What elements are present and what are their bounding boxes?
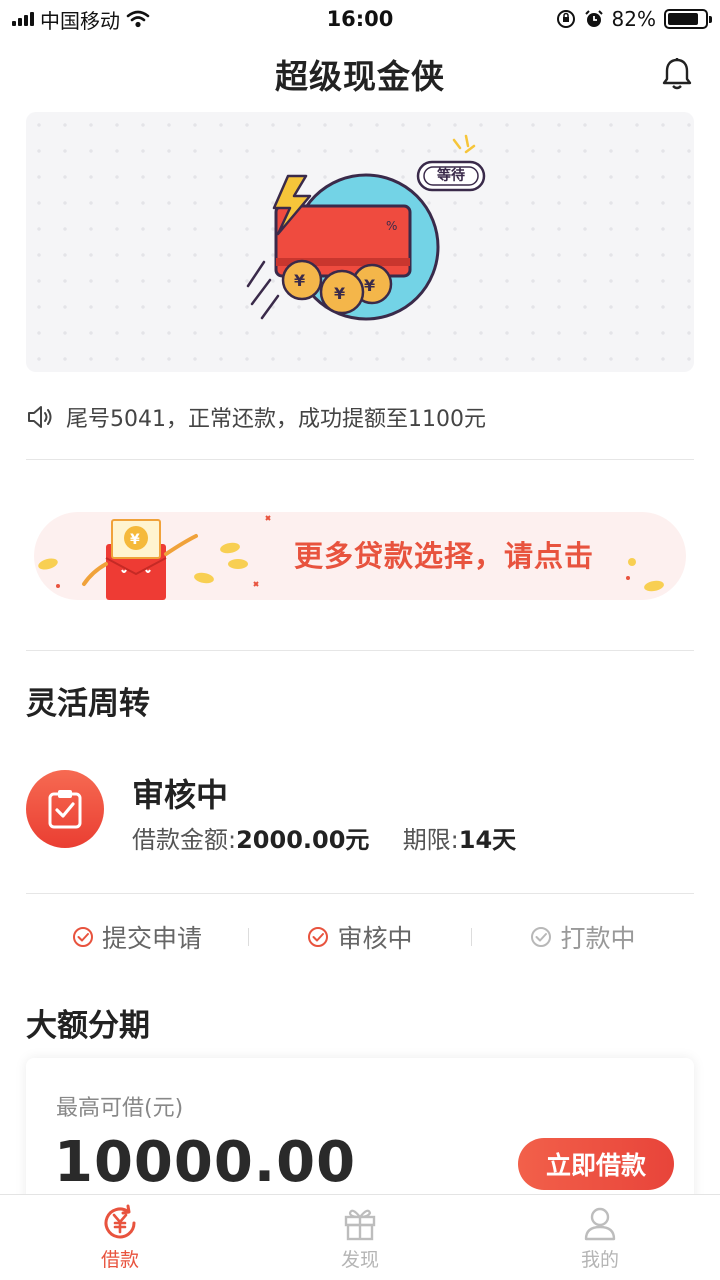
max-amount-value: 10000.00: [54, 1130, 357, 1195]
divider: [26, 650, 694, 651]
divider: [26, 893, 694, 894]
hero-banner[interactable]: % ¥ ¥ ¥ 等待: [26, 112, 694, 372]
tab-loan[interactable]: 借款: [0, 1195, 240, 1280]
application-status-icon: [26, 770, 104, 848]
check-circle-icon: [72, 927, 93, 947]
gift-icon: [344, 1209, 376, 1241]
amount-label: 借款金额:: [132, 826, 237, 854]
status-badge: 等待: [437, 168, 465, 184]
signal-icon: [12, 12, 34, 26]
divider: [26, 459, 694, 460]
application-status-title: 审核中: [132, 776, 229, 814]
step-label: 打款中: [560, 924, 636, 953]
step-label: 提交申请: [101, 924, 202, 953]
bottom-tab-bar: 借款 发现 我的: [0, 1194, 720, 1280]
svg-text:¥: ¥: [294, 271, 305, 290]
page-title: 超级现金侠: [275, 57, 445, 96]
max-amount-label: 最高可借(元): [56, 1096, 184, 1121]
clipboard-check-icon: [48, 790, 82, 829]
tab-mine[interactable]: 我的: [480, 1195, 720, 1280]
speaker-icon: [28, 406, 52, 428]
section-title-installment: 大额分期: [26, 1008, 150, 1044]
promo-text: 更多贷款选择，请点击: [294, 539, 595, 573]
amount-value: 2000.00元: [236, 826, 370, 854]
check-circle-icon: [531, 927, 552, 947]
term-label: 期限:: [402, 826, 459, 854]
nav-header: 超级现金侠: [0, 40, 720, 108]
battery-icon: [664, 9, 712, 29]
svg-text:¥: ¥: [364, 276, 375, 295]
more-loans-banner[interactable]: ¥ 更多贷款选择，请点击: [34, 512, 686, 600]
step-submit: 提交申请: [26, 919, 248, 955]
carrier-name: 中国移动: [40, 8, 120, 33]
status-bar: 中国移动 16:00 82%: [0, 0, 720, 38]
banner-illustration: % ¥ ¥ ¥: [246, 134, 486, 321]
section-title-flexible: 灵活周转: [26, 686, 150, 722]
step-review: 审核中: [249, 919, 471, 955]
tab-label: 借款: [100, 1249, 139, 1271]
battery-percent: 82%: [611, 7, 656, 31]
tab-label: 发现: [340, 1249, 379, 1271]
tab-label: 我的: [580, 1249, 619, 1271]
step-payout: 打款中: [472, 919, 694, 955]
battery-fill: [668, 13, 698, 25]
check-circle-icon: [308, 927, 329, 947]
bell-icon[interactable]: [660, 56, 694, 92]
carrier-area: 中国移动: [12, 5, 150, 34]
yen-refresh-icon: [104, 1204, 136, 1239]
user-icon: [584, 1207, 616, 1241]
rotation-lock-icon: [556, 10, 575, 28]
wifi-icon: [126, 10, 150, 28]
alarm-icon: [584, 10, 603, 27]
status-icons: 82%: [556, 7, 712, 31]
term-value: 14天: [458, 826, 517, 854]
tab-discover[interactable]: 发现: [240, 1195, 480, 1280]
borrow-now-button[interactable]: 立即借款: [518, 1138, 674, 1190]
loan-details: 借款金额:2000.00元 期限:14天: [132, 820, 516, 855]
svg-text:¥: ¥: [334, 284, 345, 303]
svg-text:%: %: [386, 219, 397, 233]
svg-text:¥: ¥: [130, 532, 140, 548]
notice-text: 尾号5041，正常还款，成功提额至1100元: [66, 407, 486, 432]
repayment-notice: 尾号5041，正常还款，成功提额至1100元: [26, 395, 694, 439]
progress-steps: 提交申请 审核中 打款中: [26, 910, 694, 964]
step-label: 审核中: [337, 924, 413, 953]
